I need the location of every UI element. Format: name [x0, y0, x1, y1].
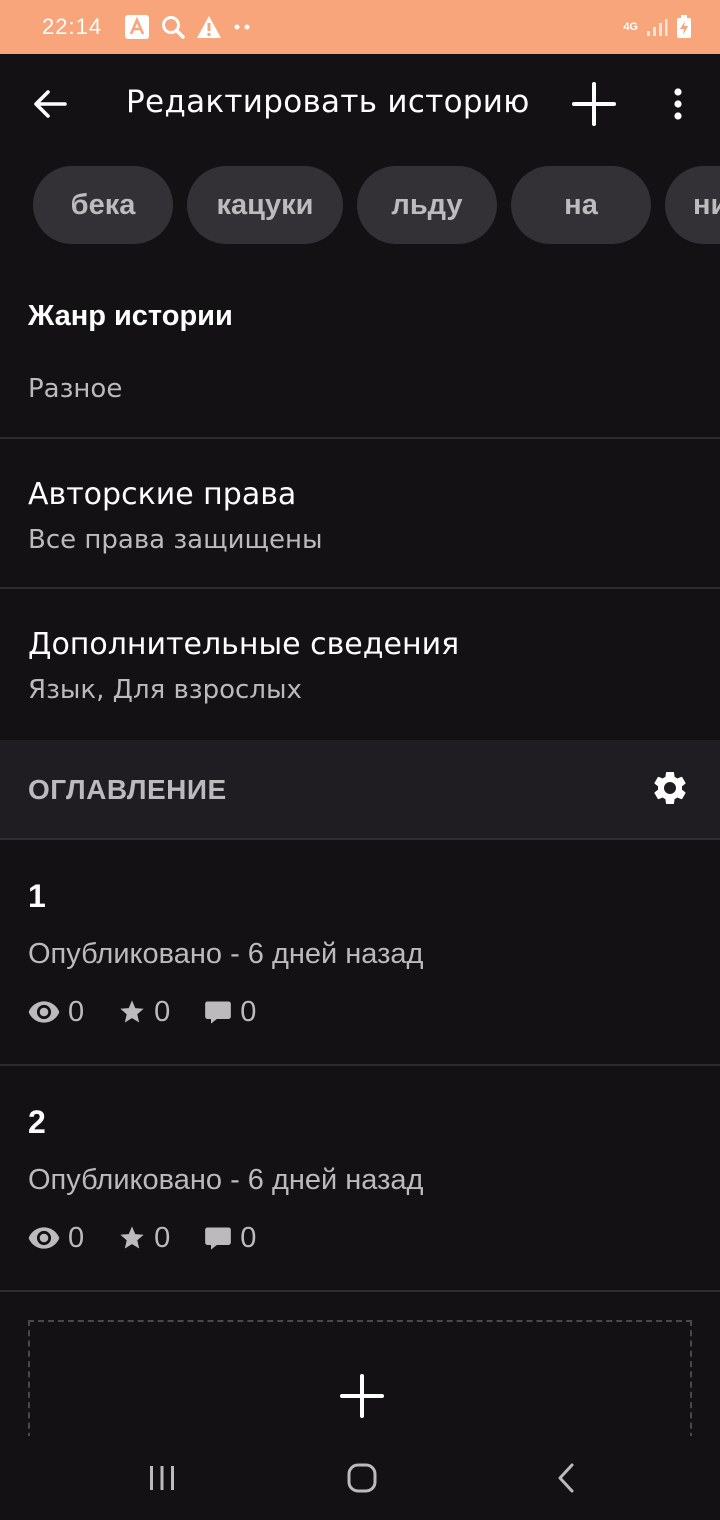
views-stat: 0: [28, 996, 84, 1029]
chapter-status: Опубликовано - 6 дней назад: [28, 938, 424, 970]
genre-title: Жанр истории: [28, 300, 233, 332]
chapter-number: 1: [28, 878, 46, 914]
plus-icon: [340, 1374, 384, 1418]
app-bar: Редактировать историю: [0, 54, 720, 156]
comments-stat: 0: [204, 1222, 256, 1255]
tag-chip[interactable]: кацуки: [187, 166, 343, 244]
toc-header: ОГЛАВЛЕНИЕ: [0, 740, 720, 838]
divider: [0, 1290, 720, 1292]
genre-section[interactable]: Жанр истории Разное: [0, 270, 720, 438]
recent-apps-button[interactable]: [142, 1458, 182, 1498]
details-section[interactable]: Дополнительные сведения Язык, Для взросл…: [0, 589, 720, 739]
eye-icon: [28, 1227, 60, 1249]
more-dots-icon: [232, 23, 252, 31]
copyright-title: Авторские права: [28, 477, 297, 512]
votes-stat: 0: [118, 996, 170, 1029]
network-type: 4G: [623, 20, 638, 33]
comment-icon: [205, 1227, 232, 1250]
genre-value: Разное: [28, 374, 123, 404]
copyright-section[interactable]: Авторские права Все права защищены: [0, 439, 720, 587]
comments-count: 0: [240, 1221, 257, 1254]
arrow-back-icon: [34, 90, 67, 118]
eye-icon: [28, 1001, 60, 1023]
status-bar-left: 22:14: [42, 14, 252, 40]
star-icon: [120, 1226, 144, 1249]
votes-stat: 0: [118, 1222, 170, 1255]
status-bar: 22:14 4G: [0, 0, 720, 54]
toc-settings-button[interactable]: [650, 768, 690, 808]
comment-icon: [205, 1001, 232, 1024]
plus-icon: [572, 82, 616, 126]
search-icon: [160, 14, 186, 40]
views-count: 0: [68, 995, 85, 1028]
chapter-status: Опубликовано - 6 дней назад: [28, 1164, 424, 1196]
tag-chip[interactable]: бека: [33, 166, 173, 244]
details-title: Дополнительные сведения: [28, 627, 460, 662]
votes-count: 0: [154, 995, 171, 1028]
system-back-button[interactable]: [546, 1458, 586, 1498]
warning-icon: [196, 15, 222, 39]
back-button[interactable]: [30, 84, 70, 124]
details-value: Язык, Для взрослых: [28, 675, 302, 705]
chapter-number: 2: [28, 1104, 46, 1140]
comments-count: 0: [240, 995, 257, 1028]
chapter-stats: 0 0 0: [28, 1220, 290, 1256]
comments-stat: 0: [204, 996, 256, 1029]
system-nav-bar: [0, 1436, 720, 1520]
chapter-item[interactable]: 2 Опубликовано - 6 дней назад 0 0 0: [0, 1066, 720, 1292]
battery-charging-icon: [676, 15, 692, 39]
more-vert-icon: [674, 88, 682, 120]
chapter-stats: 0 0 0: [28, 994, 290, 1030]
status-bar-right: 4G: [623, 15, 692, 39]
status-time: 22:14: [42, 14, 103, 39]
a-notification-icon: [124, 14, 150, 40]
chevron-left-icon: [558, 1463, 574, 1493]
tag-chip[interactable]: на: [511, 166, 651, 244]
more-options-button[interactable]: [660, 82, 696, 126]
chapter-item[interactable]: 1 Опубликовано - 6 дней назад 0 0 0: [0, 840, 720, 1066]
home-button[interactable]: [342, 1458, 382, 1498]
page-title: Редактировать историю: [126, 84, 530, 120]
tag-list: бека кацуки льду на ни: [0, 166, 720, 244]
votes-count: 0: [154, 1221, 171, 1254]
copyright-value: Все права защищены: [28, 525, 323, 555]
toc-title: ОГЛАВЛЕНИЕ: [28, 774, 227, 805]
add-part-button[interactable]: [570, 80, 618, 128]
recent-apps-icon: [150, 1466, 174, 1490]
star-icon: [120, 1000, 144, 1023]
tag-chip[interactable]: ни: [665, 166, 720, 244]
views-stat: 0: [28, 1222, 84, 1255]
tag-chip[interactable]: льду: [357, 166, 497, 244]
home-icon: [347, 1463, 377, 1493]
signal-icon: [646, 17, 668, 37]
views-count: 0: [68, 1221, 85, 1254]
gear-icon: [654, 772, 686, 804]
